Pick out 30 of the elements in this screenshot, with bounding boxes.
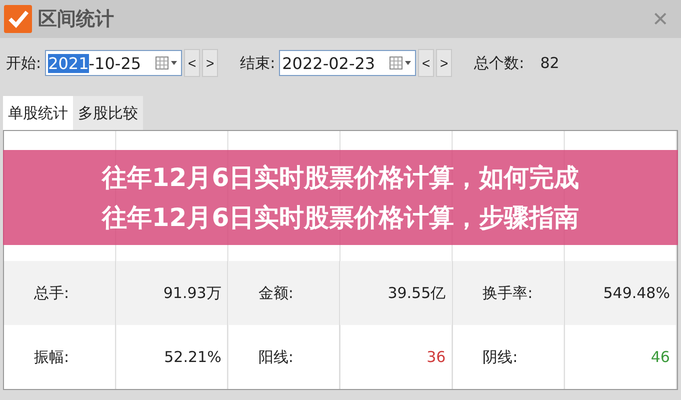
next-button[interactable]: >: [202, 49, 218, 77]
previous-button[interactable]: <: [184, 49, 200, 77]
table-cell: 振幅:: [4, 325, 116, 389]
next-button[interactable]: >: [436, 49, 452, 77]
count-label: 总个数:: [474, 54, 524, 72]
table-cell: 金额:: [228, 261, 340, 325]
tab[interactable]: 单股统计: [3, 96, 73, 130]
table-cell: 阴线:: [452, 325, 565, 389]
date-field[interactable]: 2022-02-23: [279, 50, 416, 76]
table-cell: 549.48%: [564, 261, 677, 325]
tab[interactable]: 多股比较: [73, 96, 143, 130]
calendar-icon[interactable]: [389, 56, 414, 70]
table-cell: 91.93万: [116, 261, 228, 325]
banner-headline: 往年12月6日实时股票价格计算，如何完成: [102, 162, 580, 194]
start-label: 开始:: [6, 54, 42, 72]
end-label: 结束:: [240, 54, 276, 72]
table-cell: 阳线:: [228, 325, 340, 389]
date-field[interactable]: 2021-10-25: [45, 50, 182, 76]
table-cell: 39.55亿: [340, 261, 453, 325]
table-cell: 换手率:: [452, 261, 565, 325]
banner-headline: 往年12月6日实时股票价格计算，步骤指南: [102, 202, 580, 234]
table-cell: 总手:: [4, 261, 116, 325]
table-cell: 52.21%: [116, 325, 228, 389]
table-cell: 36: [340, 325, 453, 389]
calendar-icon[interactable]: [155, 56, 180, 70]
count-value: 82: [540, 54, 560, 72]
window-title: 区间统计: [38, 7, 115, 32]
checkmark-icon: [4, 5, 32, 33]
previous-button[interactable]: <: [418, 49, 434, 77]
table-cell: 46: [564, 325, 677, 389]
